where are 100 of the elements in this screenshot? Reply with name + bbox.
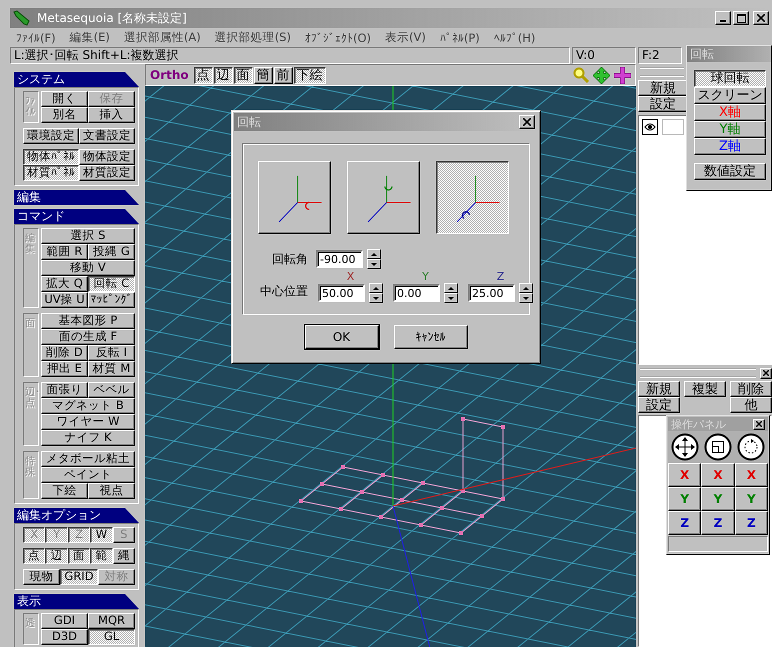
- object-panel-button[interactable]: 新規: [638, 80, 688, 96]
- coordinate-field[interactable]: 0.00: [393, 284, 440, 302]
- tool-button[interactable]: 挿入: [88, 107, 135, 123]
- object-name-field[interactable]: [662, 119, 684, 135]
- material-panel-button[interactable]: 他: [730, 397, 772, 413]
- spin-up-button[interactable]: [367, 249, 381, 259]
- tool-button[interactable]: 面張り: [41, 382, 88, 398]
- material-panel-button[interactable]: 削除: [730, 381, 772, 397]
- section-header[interactable]: 表示: [14, 594, 139, 609]
- menu-item[interactable]: 編集(E): [70, 30, 110, 45]
- section-header[interactable]: 編集: [14, 190, 139, 205]
- menu-item[interactable]: ﾍﾙﾌﾟ(H): [494, 30, 536, 44]
- tool-button[interactable]: 範囲 R: [41, 244, 88, 260]
- menu-item[interactable]: 選択部処理(S): [214, 30, 291, 45]
- numeric-settings-button[interactable]: 数値設定: [694, 163, 766, 180]
- display-toggle[interactable]: 下絵: [294, 66, 326, 84]
- tool-button[interactable]: 材質設定: [79, 165, 135, 181]
- tool-button[interactable]: メタボール粘土: [41, 451, 135, 467]
- eye-icon[interactable]: [642, 119, 658, 135]
- tool-button[interactable]: マグネット B: [41, 398, 135, 414]
- tool-button[interactable]: ﾏｯﾋﾟﾝｸﾞ: [88, 292, 135, 308]
- tool-button[interactable]: ワイヤー W: [41, 414, 135, 430]
- tool-button[interactable]: 基本図形 P: [41, 313, 135, 329]
- tool-button[interactable]: 範: [90, 548, 113, 564]
- tool-button[interactable]: 別名: [41, 107, 88, 123]
- tool-button[interactable]: 面の生成 F: [41, 329, 135, 345]
- display-toggle[interactable]: 面: [234, 66, 253, 84]
- close-button[interactable]: [753, 418, 765, 430]
- coordinate-field[interactable]: 50.00: [318, 284, 365, 302]
- menu-item[interactable]: ﾌｧｲﾙ(F): [16, 30, 56, 44]
- scale-icon[interactable]: [704, 433, 732, 461]
- tool-button[interactable]: GL: [88, 629, 135, 645]
- tool-button[interactable]: 削除 D: [41, 345, 88, 361]
- rotate-mode-button[interactable]: スクリーン: [694, 87, 766, 104]
- tool-button[interactable]: 反転 I: [88, 345, 135, 361]
- spin-up-button[interactable]: [369, 283, 383, 293]
- tool-button[interactable]: 拡大 Q: [41, 276, 88, 292]
- tool-button[interactable]: 視点: [88, 483, 135, 499]
- rotate-icon[interactable]: [737, 433, 766, 461]
- tool-button[interactable]: MQR: [88, 613, 135, 629]
- cross-arrows-icon[interactable]: [614, 66, 631, 84]
- tool-button[interactable]: 回転 C: [88, 276, 135, 292]
- tool-button[interactable]: ナイフ K: [41, 430, 135, 446]
- tool-button[interactable]: GRID: [60, 569, 98, 585]
- close-button[interactable]: [519, 115, 535, 129]
- panel-grip[interactable]: [640, 368, 756, 378]
- menu-item[interactable]: ﾊﾟﾈﾙ(P): [440, 30, 480, 44]
- object-panel-button[interactable]: 設定: [638, 96, 688, 112]
- tool-button[interactable]: GDI: [41, 613, 88, 629]
- move-arrows-icon[interactable]: [593, 66, 610, 84]
- tool-button[interactable]: 辺: [45, 548, 68, 564]
- tool-button[interactable]: 投縄 G: [88, 244, 135, 260]
- dialog-button[interactable]: ｷｬﾝｾﾙ: [394, 325, 468, 349]
- tool-button[interactable]: 縄: [112, 548, 136, 564]
- tool-button[interactable]: 物体ﾊﾟﾈﾙ: [23, 149, 79, 165]
- menu-item[interactable]: ｵﾌﾞｼﾞｪｸﾄ(O): [304, 30, 371, 44]
- minimize-button[interactable]: [715, 11, 731, 25]
- tool-button[interactable]: 文書設定: [79, 128, 135, 144]
- menu-item[interactable]: 表示(V): [385, 30, 426, 45]
- tool-button[interactable]: 点: [23, 548, 46, 564]
- material-panel-button[interactable]: 設定: [638, 397, 680, 413]
- spin-down-button[interactable]: [444, 293, 458, 303]
- spin-up-button[interactable]: [444, 283, 458, 293]
- tool-button[interactable]: ベベル: [88, 382, 135, 398]
- tool-button[interactable]: 移動 V: [41, 260, 135, 276]
- panel-grip[interactable]: [640, 67, 684, 77]
- rotate-mode-button[interactable]: 球回転: [694, 70, 766, 87]
- move-icon[interactable]: [670, 433, 699, 461]
- display-toggle[interactable]: 辺: [214, 66, 233, 84]
- dialog-button[interactable]: OK: [304, 325, 378, 349]
- tool-button[interactable]: 押出 E: [41, 361, 88, 377]
- tool-button[interactable]: 現物: [23, 569, 60, 585]
- tool-button[interactable]: 面: [68, 548, 90, 564]
- tool-button[interactable]: 環境設定: [23, 128, 79, 144]
- tool-button[interactable]: 選択 S: [41, 228, 135, 244]
- close-button[interactable]: [753, 11, 769, 25]
- tool-button[interactable]: 物体設定: [79, 149, 135, 165]
- close-button[interactable]: [760, 368, 772, 378]
- tool-button[interactable]: UV操 U: [41, 292, 88, 308]
- display-toggle[interactable]: 点: [194, 66, 213, 84]
- spin-up-button[interactable]: [519, 283, 533, 293]
- spin-down-button[interactable]: [369, 293, 383, 303]
- maximize-button[interactable]: [733, 11, 749, 25]
- section-header[interactable]: システム: [14, 72, 139, 87]
- display-toggle[interactable]: 簡: [254, 66, 273, 84]
- tool-button[interactable]: W: [90, 527, 113, 543]
- coordinate-field[interactable]: 25.00: [468, 284, 515, 302]
- material-panel-button[interactable]: 複製: [684, 381, 726, 397]
- tool-button[interactable]: 材質 M: [88, 361, 135, 377]
- section-header[interactable]: コマンド: [14, 209, 139, 224]
- axis-rotation-button[interactable]: [436, 161, 509, 234]
- rotate-mode-button[interactable]: Z軸: [694, 138, 766, 155]
- display-toggle[interactable]: 前: [274, 66, 293, 84]
- tool-button[interactable]: D3D: [41, 629, 88, 645]
- tool-button[interactable]: ペイント: [41, 467, 135, 483]
- tool-button[interactable]: 下絵: [41, 483, 88, 499]
- axis-button[interactable]: Z: [701, 511, 735, 535]
- axis-button[interactable]: Z: [734, 511, 768, 535]
- material-panel-button[interactable]: 新規: [638, 381, 680, 397]
- spin-down-button[interactable]: [519, 293, 533, 303]
